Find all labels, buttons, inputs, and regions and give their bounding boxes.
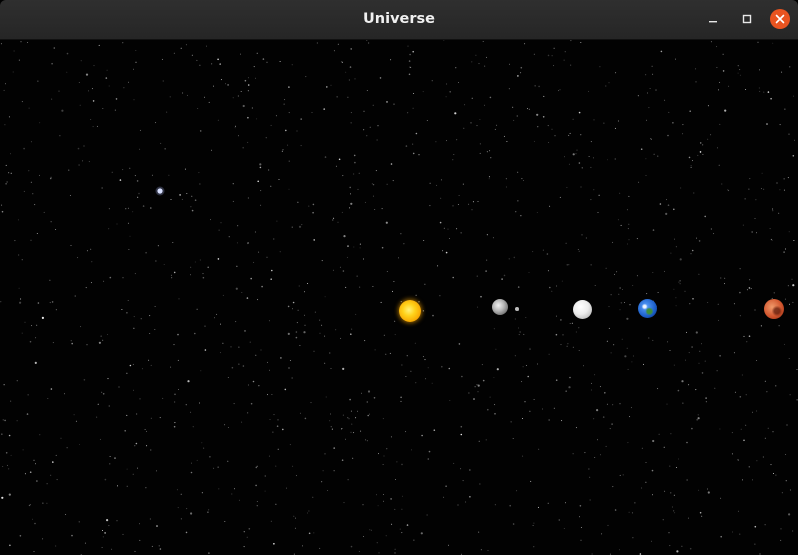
sun: [399, 300, 421, 322]
close-icon: [775, 14, 785, 24]
venus: [573, 300, 592, 319]
maximize-button[interactable]: [737, 9, 757, 29]
mercury: [492, 299, 508, 315]
earth: [638, 299, 657, 318]
close-button[interactable]: [770, 9, 790, 29]
small-moon: [515, 307, 519, 311]
app-window: Universe: [0, 0, 798, 555]
window-title: Universe: [363, 11, 435, 27]
space-canvas[interactable]: [0, 40, 798, 555]
minimize-icon: [709, 21, 717, 23]
minimize-button[interactable]: [703, 9, 723, 29]
title-bar[interactable]: Universe: [0, 0, 798, 40]
maximize-icon: [742, 14, 752, 24]
mars: [764, 299, 784, 319]
starfield: [0, 40, 798, 555]
